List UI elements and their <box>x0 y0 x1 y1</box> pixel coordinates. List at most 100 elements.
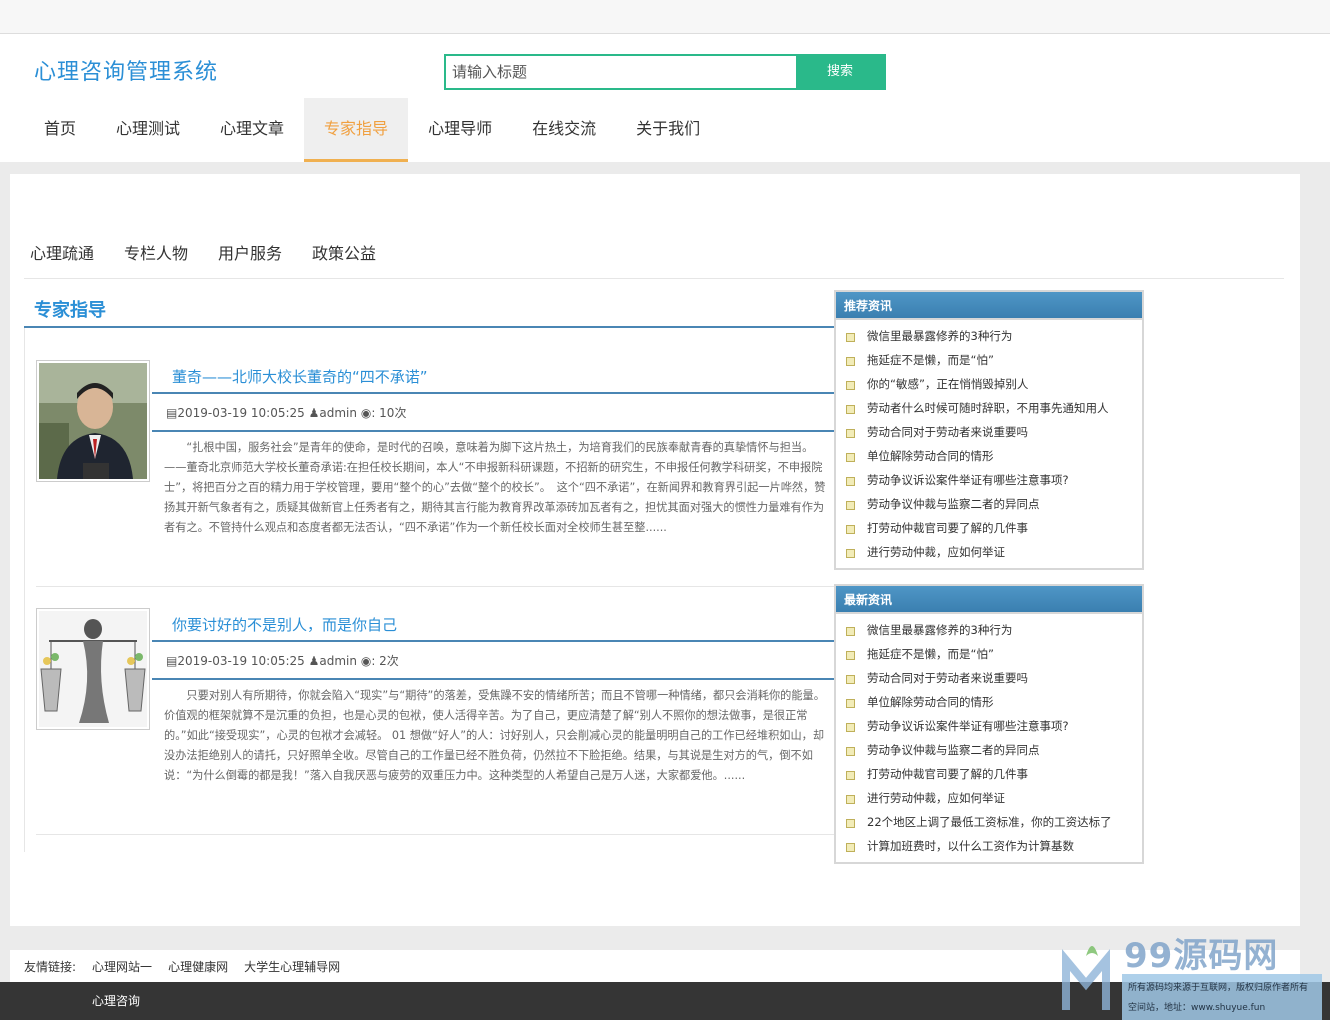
watermark-notice: 所有源码均来源于互联网，版权归原作者所有 空间站，地址：www.shuyue.f… <box>1122 974 1322 1020</box>
subnav-counseling[interactable]: 心理疏通 <box>30 240 94 264</box>
friend-links-label: 友情链接: <box>24 959 77 974</box>
friend-link[interactable]: 大学生心理辅导网 <box>244 958 340 975</box>
eye-icon: ◉ <box>360 406 372 420</box>
recommended-list: 微信里最暴露修养的3种行为 拖延症不是懒，而是“怕” 你的“敏感”，正在悄悄毁掉… <box>836 320 1142 568</box>
bullet-icon <box>846 333 855 342</box>
article-views: 10次 <box>379 406 407 420</box>
panel-title: 最新资讯 <box>836 586 1142 614</box>
list-item[interactable]: 劳动争议仲裁与监察二者的异同点 <box>846 492 1142 516</box>
divider <box>24 278 1284 279</box>
bullet-icon <box>846 549 855 558</box>
section-underline <box>24 326 834 328</box>
nav-mentors[interactable]: 心理导师 <box>408 98 512 162</box>
list-item[interactable]: 拖延症不是懒，而是“怕” <box>846 642 1142 666</box>
article-thumbnail[interactable] <box>36 608 150 730</box>
main-nav: 首页 心理测试 心理文章 专家指导 心理导师 在线交流 关于我们 <box>24 98 720 162</box>
list-item[interactable]: 劳动争议诉讼案件举证有哪些注意事项? <box>846 714 1142 738</box>
article-thumbnail[interactable] <box>36 360 150 482</box>
list-item[interactable]: 劳动者什么时候可随时辞职，不用事先通知用人 <box>846 396 1142 420</box>
divider <box>152 678 834 680</box>
bullet-icon <box>846 675 855 684</box>
list-item[interactable]: 单位解除劳动合同的情形 <box>846 444 1142 468</box>
bullet-icon <box>846 429 855 438</box>
article-excerpt: 只要对别人有所期待，你就会陷入“现实”与“期待”的落差，受焦躁不安的情绪所苦；而… <box>164 689 825 782</box>
article-title[interactable]: 你要讨好的不是别人，而是你自己 <box>172 614 397 635</box>
search-button[interactable]: 搜索 <box>796 54 884 90</box>
search-bar: 搜索 <box>444 54 886 90</box>
watermark-logo: 99源码网 <box>1124 936 1279 976</box>
section-title: 专家指导 <box>34 300 106 321</box>
friend-link[interactable]: 心理网站一 <box>92 958 152 975</box>
nav-home[interactable]: 首页 <box>24 98 96 162</box>
list-item[interactable]: 劳动合同对于劳动者来说重要吗 <box>846 420 1142 444</box>
bullet-icon <box>846 357 855 366</box>
list-item[interactable]: 劳动合同对于劳动者来说重要吗 <box>846 666 1142 690</box>
latest-list: 微信里最暴露修养的3种行为 拖延症不是懒，而是“怕” 劳动合同对于劳动者来说重要… <box>836 614 1142 862</box>
divider <box>152 640 834 642</box>
list-item[interactable]: 进行劳动仲裁，应如何举证 <box>846 540 1142 564</box>
subnav-columnists[interactable]: 专栏人物 <box>124 240 188 264</box>
nav-about[interactable]: 关于我们 <box>616 98 720 162</box>
list-item[interactable]: 计算加班费时，以什么工资作为计算基数 <box>846 834 1142 858</box>
nav-expert-guidance[interactable]: 专家指导 <box>304 98 409 162</box>
article-date: 2019-03-19 10:05:25 <box>177 406 305 420</box>
subnav-policy[interactable]: 政策公益 <box>312 240 376 264</box>
list-item[interactable]: 拖延症不是懒，而是“怕” <box>846 348 1142 372</box>
calendar-icon: ▤ <box>166 406 178 420</box>
divider <box>36 586 836 587</box>
user-icon: ♟ <box>308 406 320 420</box>
bullet-icon <box>846 477 855 486</box>
bullet-icon <box>846 405 855 414</box>
nav-psych-test[interactable]: 心理测试 <box>96 98 200 162</box>
watermark: 99源码网 所有源码均来源于互联网，版权归原作者所有 空间站，地址：www.sh… <box>1062 924 1330 1020</box>
illustration-image <box>39 611 147 727</box>
list-item[interactable]: 微信里最暴露修养的3种行为 <box>846 618 1142 642</box>
eye-icon: ◉ <box>360 654 372 668</box>
site-logo[interactable]: 心理咨询管理系统 <box>34 54 218 86</box>
bullet-icon <box>846 747 855 756</box>
user-icon: ♟ <box>308 654 320 668</box>
panel-title: 推荐资讯 <box>836 292 1142 320</box>
article-title[interactable]: 董奇——北师大校长董奇的“四不承诺” <box>172 366 428 387</box>
list-item[interactable]: 进行劳动仲裁，应如何举证 <box>846 786 1142 810</box>
article-views: 2次 <box>379 654 399 668</box>
bullet-icon <box>846 651 855 660</box>
list-item[interactable]: 劳动争议仲裁与监察二者的异同点 <box>846 738 1142 762</box>
divider <box>152 430 834 432</box>
main-content: 心理疏通 专栏人物 用户服务 政策公益 专家指导 董奇——北师大校长董奇的“四不… <box>10 174 1300 926</box>
search-input[interactable] <box>446 56 798 88</box>
bullet-icon <box>846 819 855 828</box>
subnav-user-service[interactable]: 用户服务 <box>218 240 282 264</box>
list-item[interactable]: 你的“敏感”，正在悄悄毁掉别人 <box>846 372 1142 396</box>
list-item[interactable]: 单位解除劳动合同的情形 <box>846 690 1142 714</box>
list-item[interactable]: 打劳动仲裁官司要了解的几件事 <box>846 516 1142 540</box>
nav-online-chat[interactable]: 在线交流 <box>512 98 616 162</box>
bullet-icon <box>846 381 855 390</box>
bullet-icon <box>846 843 855 852</box>
bullet-icon <box>846 501 855 510</box>
site-header: 心理咨询管理系统 搜索 首页 心理测试 心理文章 专家指导 心理导师 在线交流 … <box>0 34 1330 162</box>
list-item[interactable]: 22个地区上调了最低工资标准，你的工资达标了 <box>846 810 1142 834</box>
friend-link[interactable]: 心理健康网 <box>168 958 228 975</box>
article-excerpt: “扎根中国，服务社会”是青年的使命，是时代的召唤，意味着为脚下这片热土，为培育我… <box>164 441 826 534</box>
list-item[interactable]: 劳动争议诉讼案件举证有哪些注意事项? <box>846 468 1142 492</box>
article-author: admin <box>319 654 357 668</box>
bullet-icon <box>846 627 855 636</box>
recommended-panel: 推荐资讯 微信里最暴露修养的3种行为 拖延症不是懒，而是“怕” 你的“敏感”，正… <box>834 290 1144 570</box>
calendar-icon: ▤ <box>166 654 178 668</box>
latest-panel: 最新资讯 微信里最暴露修养的3种行为 拖延症不是懒，而是“怕” 劳动合同对于劳动… <box>834 584 1144 864</box>
portrait-image <box>39 363 147 479</box>
article-meta: ▤2019-03-19 10:05:25 ♟admin ◉: 10次 <box>166 406 407 420</box>
divider <box>36 834 836 835</box>
bullet-icon <box>846 525 855 534</box>
bullet-icon <box>846 699 855 708</box>
nav-articles[interactable]: 心理文章 <box>200 98 304 162</box>
sub-nav: 心理疏通 专栏人物 用户服务 政策公益 <box>30 240 406 264</box>
bullet-icon <box>846 771 855 780</box>
top-strip <box>0 0 1330 34</box>
footer-text: 心理咨询 <box>92 994 141 1008</box>
list-item[interactable]: 打劳动仲裁官司要了解的几件事 <box>846 762 1142 786</box>
article-author: admin <box>319 406 357 420</box>
divider <box>152 392 834 394</box>
list-item[interactable]: 微信里最暴露修养的3种行为 <box>846 324 1142 348</box>
